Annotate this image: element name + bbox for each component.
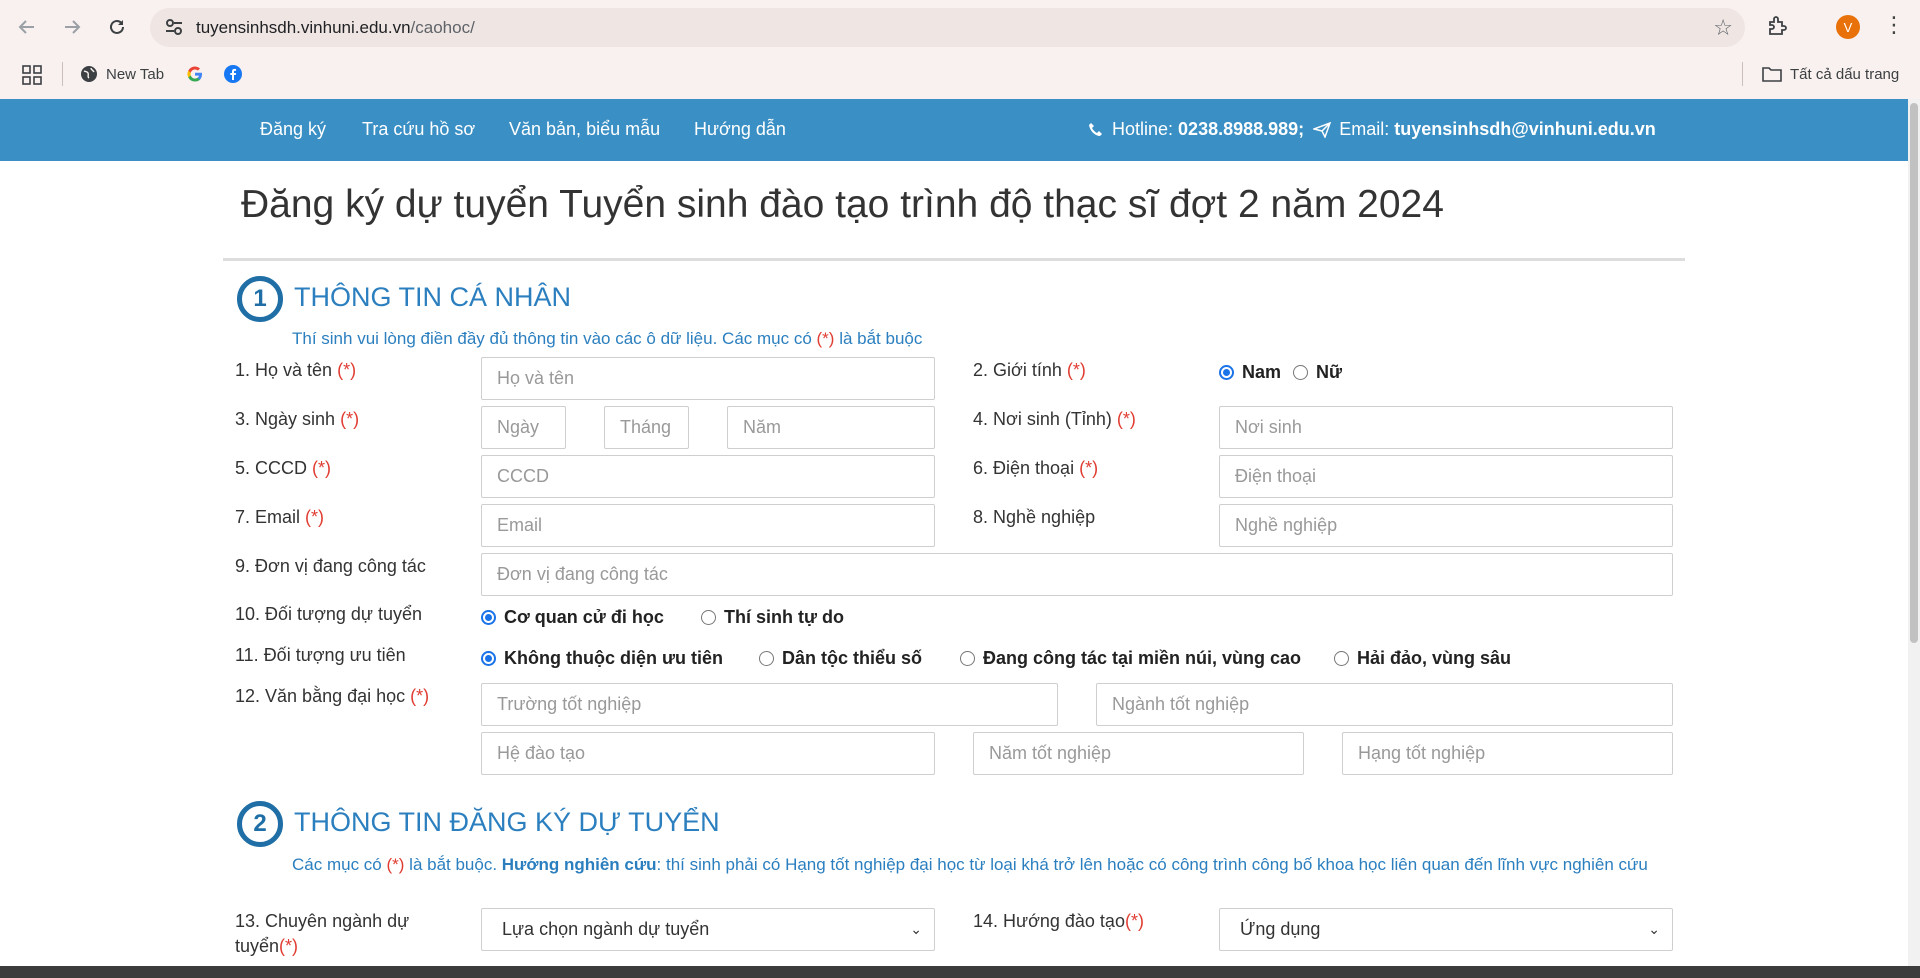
radio-selected[interactable] (1219, 365, 1234, 380)
phone-label: 6. Điện thoại (*) (973, 458, 1099, 478)
section-1-title: THÔNG TIN CÁ NHÂN (294, 282, 572, 312)
scrollbar-thumb[interactable] (1910, 103, 1918, 643)
contact-info: Hotline: 0238.8988.989; Email: tuyensinh… (1088, 119, 1656, 140)
birthplace-input[interactable] (1219, 406, 1673, 449)
back-icon[interactable] (12, 12, 42, 42)
candidate-type-agency-radio[interactable]: Cơ quan cử đi học (481, 607, 664, 628)
degree-system-input[interactable] (481, 732, 935, 775)
bookmark-google[interactable] (186, 63, 212, 85)
menu-item-lookup[interactable]: Tra cứu hồ sơ (362, 119, 475, 140)
degree-year-input[interactable] (973, 732, 1304, 775)
section-1-note: Thí sinh vui lòng điền đầy đủ thông tin … (292, 329, 923, 348)
radio-unselected[interactable] (960, 651, 975, 666)
gender-male-radio[interactable]: Nam (1219, 362, 1281, 383)
email-field-label: 7. Email (*) (235, 507, 325, 527)
menu-item-documents[interactable]: Văn bản, biểu mẫu (509, 119, 660, 140)
bookmarks-divider-right (1742, 62, 1743, 86)
reload-icon[interactable] (102, 12, 132, 42)
bookmark-facebook[interactable] (224, 63, 250, 85)
facebook-icon (224, 65, 242, 83)
gender-label: 2. Giới tính (*) (973, 360, 1086, 380)
priority-mountain-radio[interactable]: Đang công tác tại miền núi, vùng cao (960, 648, 1301, 669)
cccd-label: 5. CCCD (*) (235, 458, 332, 478)
radio-selected[interactable] (481, 651, 496, 666)
hotline-label: Hotline: (1112, 119, 1174, 139)
address-bar[interactable]: tuyensinhsdh.vinhuni.edu.vn/caohoc/ ☆ (150, 8, 1745, 47)
globe-icon (81, 66, 97, 82)
major-label: 13. Chuyên ngành dự tuyển(*) (235, 911, 410, 956)
hotline-value: 0238.8988.989; (1178, 119, 1305, 139)
job-label: 8. Nghề nghiệp (973, 507, 1096, 527)
priority-ethnic-radio[interactable]: Dân tộc thiểu số (759, 648, 922, 669)
gender-female-radio[interactable]: Nữ (1293, 362, 1342, 383)
priority-none-radio[interactable]: Không thuộc diện ưu tiên (481, 648, 723, 669)
birthplace-label: 4. Nơi sinh (Tỉnh) (*) (973, 409, 1136, 429)
browser-chrome: tuyensinhsdh.vinhuni.edu.vn/caohoc/ ☆ V … (0, 0, 1920, 99)
direction-label: 14. Hướng đào tạo(*) (973, 911, 1144, 931)
extensions-icon[interactable] (1766, 14, 1790, 38)
folder-icon (1762, 67, 1782, 82)
priority-label: 11. Đối tượng ưu tiên (235, 645, 406, 665)
taskbar-strip (0, 966, 1920, 978)
priority-island-radio[interactable]: Hải đảo, vùng sâu (1334, 648, 1511, 669)
radio-unselected[interactable] (759, 651, 774, 666)
email-link[interactable]: tuyensinhsdh@vinhuni.edu.vn (1394, 119, 1656, 140)
section-1-number: 1 (237, 276, 283, 322)
radio-selected[interactable] (481, 610, 496, 625)
url-text: tuyensinhsdh.vinhuni.edu.vn/caohoc/ (196, 18, 475, 37)
all-bookmarks[interactable]: Tất cả dấu trang (1762, 63, 1899, 85)
phone-input[interactable] (1219, 455, 1673, 498)
dob-year-input[interactable] (727, 406, 935, 449)
candidate-type-free-radio[interactable]: Thí sinh tự do (701, 607, 844, 628)
page-title: Đăng ký dự tuyển Tuyển sinh đào tạo trìn… (241, 183, 1444, 226)
email-label: Email: (1339, 119, 1390, 139)
chevron-down-icon: ⌄ (910, 921, 922, 937)
bookmarks-divider (62, 62, 63, 86)
site-settings-icon[interactable] (164, 17, 184, 37)
degree-rank-input[interactable] (1342, 732, 1673, 775)
dob-day-input[interactable] (481, 406, 566, 449)
chevron-down-icon: ⌄ (1648, 921, 1660, 937)
browser-menu-icon[interactable]: ⋮ (1883, 14, 1905, 36)
degree-label: 12. Văn bằng đại học (*) (235, 686, 430, 706)
direction-select[interactable]: Ứng dụng ⌄ (1219, 908, 1673, 951)
workplace-input[interactable] (481, 553, 1673, 596)
candidate-type-label: 10. Đối tượng dự tuyển (235, 604, 423, 624)
dob-label: 3. Ngày sinh (*) (235, 409, 360, 429)
site-header: Đăng ký Tra cứu hồ sơ Văn bản, biểu mẫu … (0, 99, 1908, 161)
menu-item-register[interactable]: Đăng ký (260, 119, 326, 140)
page-scrollbar[interactable] (1908, 99, 1920, 966)
dob-month-input[interactable] (604, 406, 689, 449)
section-2-note: Các mục có (*) là bắt buộc. Hướng nghiên… (292, 855, 1648, 874)
cccd-input[interactable] (481, 455, 935, 498)
email-input[interactable] (481, 504, 935, 547)
name-label: 1. Họ và tên (*) (235, 360, 357, 380)
phone-icon (1089, 122, 1102, 136)
degree-major-input[interactable] (1096, 683, 1673, 726)
menu-item-guide[interactable]: Hướng dẫn (694, 119, 786, 140)
bookmark-new-tab[interactable]: New Tab (80, 63, 164, 85)
forward-icon[interactable] (57, 12, 87, 42)
section-2-title: THÔNG TIN ĐĂNG KÝ DỰ TUYỂN (294, 807, 720, 837)
radio-unselected[interactable] (1293, 365, 1308, 380)
profile-avatar[interactable]: V (1836, 15, 1860, 39)
workplace-label: 9. Đơn vị đang công tác (235, 556, 426, 576)
title-divider (223, 258, 1685, 261)
google-icon (187, 66, 202, 82)
radio-unselected[interactable] (701, 610, 716, 625)
job-input[interactable] (1219, 504, 1673, 547)
section-2-number: 2 (237, 801, 283, 847)
major-select[interactable]: Lựa chọn ngành dự tuyển ⌄ (481, 908, 935, 951)
bookmark-star-icon[interactable]: ☆ (1713, 15, 1733, 41)
radio-unselected[interactable] (1334, 651, 1349, 666)
apps-grid-icon[interactable] (22, 65, 42, 85)
send-icon (1313, 121, 1332, 138)
name-input[interactable] (481, 357, 935, 400)
degree-school-input[interactable] (481, 683, 1058, 726)
